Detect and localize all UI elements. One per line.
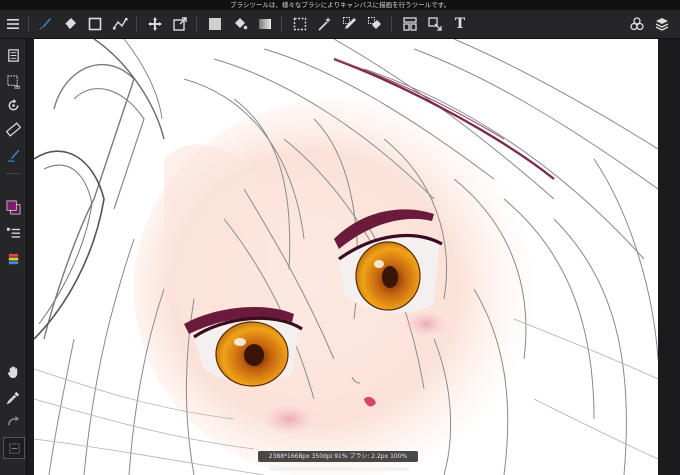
magic-wand-icon[interactable] [314,13,336,35]
layer-panel-icon[interactable] [399,13,421,35]
material-icon[interactable] [626,13,648,35]
top-toolbar: T [0,10,680,39]
pages-icon[interactable] [3,45,23,65]
home-indicator[interactable] [270,467,410,471]
rectangle-tool-icon[interactable] [84,13,106,35]
eyedropper-icon[interactable] [3,387,23,407]
gradient-tool-icon[interactable] [254,13,276,35]
text-tool-label: T [454,16,466,32]
layers-icon[interactable] [651,13,673,35]
brush-picker-icon[interactable] [3,145,23,165]
redo-icon[interactable] [3,411,23,431]
layer-properties-icon[interactable] [3,249,23,269]
canvas-status-bar: 2388*1668px 350dpi 91% ブラシ: 2.2px 100% [258,451,418,462]
hand-tool-icon[interactable] [3,361,23,381]
color-swatch-icon[interactable] [3,197,23,217]
color-fill-swatch-icon[interactable] [204,13,226,35]
rotate-icon[interactable] [3,95,23,115]
selection-pen-icon[interactable] [339,13,361,35]
vector-tool-icon[interactable] [109,13,131,35]
drawing-canvas[interactable] [34,39,658,475]
left-sidebar [0,39,27,475]
menu-icon[interactable] [2,13,24,35]
undo-icon[interactable] [3,437,25,459]
artwork-illustration [34,39,658,475]
bucket-tool-icon[interactable] [229,13,251,35]
layer-list-icon[interactable] [3,223,23,243]
ruler-icon[interactable] [3,119,23,139]
selection-eraser-icon[interactable] [364,13,386,35]
text-tool-icon[interactable]: T [449,13,471,35]
brush-tool-icon[interactable] [34,13,56,35]
canvas-left-gutter [27,39,34,475]
reference-tool-icon[interactable] [424,13,446,35]
move-tool-icon[interactable] [144,13,166,35]
selection-layer-icon[interactable] [3,71,23,91]
selection-rect-icon[interactable] [289,13,311,35]
tool-hint-bar: ブラシツールは、様々なブラシによりキャンバスに描画を行うツールです。 [0,0,680,10]
eraser-tool-icon[interactable] [59,13,81,35]
canvas-right-gutter [658,39,680,475]
canvas-status-text: 2388*1668px 350dpi 91% ブラシ: 2.2px 100% [268,453,408,460]
tool-hint-text: ブラシツールは、様々なブラシによりキャンバスに描画を行うツールです。 [230,1,450,9]
transform-tool-icon[interactable] [169,13,191,35]
